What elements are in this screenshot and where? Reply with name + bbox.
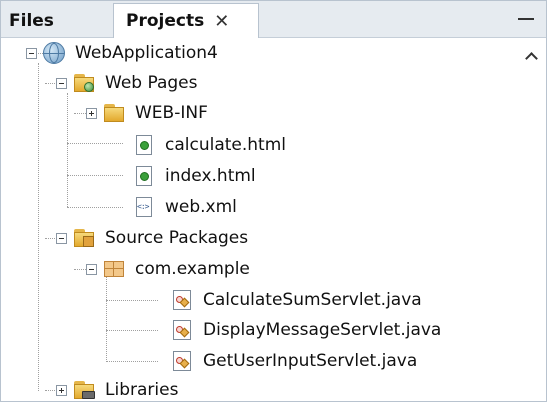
tab-projects[interactable]: Projects ✕ [113, 3, 259, 38]
tree-item-web-inf[interactable]: WEB-INF [103, 98, 208, 128]
tab-files-label: Files [9, 10, 54, 31]
libraries-folder-icon [73, 379, 95, 401]
tree-item-index-html[interactable]: index.html [133, 161, 256, 191]
web-pages-folder-icon [73, 72, 95, 94]
java-class-icon [171, 350, 193, 372]
tree-item-label: WEB-INF [135, 103, 208, 123]
tree-item-label: calculate.html [165, 135, 287, 155]
tree-item-source-packages[interactable]: Source Packages [73, 223, 248, 253]
tree-item-libraries[interactable]: Libraries [73, 375, 179, 401]
collapse-toggle-project[interactable] [26, 48, 37, 59]
tree-item-label: Libraries [105, 380, 179, 400]
java-class-icon [171, 289, 193, 311]
tree-line [67, 93, 68, 207]
tree-item-calculate-html[interactable]: calculate.html [133, 130, 286, 160]
source-packages-folder-icon [73, 227, 95, 249]
collapse-toggle-package[interactable] [86, 264, 97, 275]
project-tree: WebApplication4 Web Pages WEB-INF calcul… [1, 38, 546, 401]
minimize-icon[interactable] [518, 18, 534, 20]
tree-item-label: DisplayMessageServlet.java [203, 320, 442, 340]
tab-projects-label: Projects [126, 11, 205, 31]
chevron-up-icon[interactable] [524, 52, 538, 62]
tree-item-label: index.html [165, 166, 256, 186]
tree-line [106, 330, 158, 331]
tree-item-label: CalculateSumServlet.java [203, 290, 422, 310]
tree-item-class[interactable]: GetUserInputServlet.java [171, 346, 417, 376]
java-class-icon [171, 319, 193, 341]
java-package-icon [103, 258, 125, 280]
vertical-scrollbar[interactable] [518, 38, 545, 401]
tree-line [106, 300, 158, 301]
tree-line [38, 63, 39, 391]
xml-file-icon: <:> [133, 196, 155, 218]
tree-line [67, 207, 123, 208]
tree-item-label: Web Pages [105, 73, 198, 93]
close-icon[interactable]: ✕ [214, 11, 229, 32]
tree-item-web-pages[interactable]: Web Pages [73, 68, 197, 98]
tree-item-label: GetUserInputServlet.java [203, 351, 418, 371]
tab-files[interactable]: Files [9, 4, 54, 37]
projects-window: Files Projects ✕ WebApplication4 Web Pag… [0, 0, 547, 402]
tree-line [67, 143, 123, 144]
tree-line [106, 361, 158, 362]
tree-item-label: Source Packages [105, 228, 249, 248]
tree-line [106, 276, 107, 362]
html-file-icon [133, 165, 155, 187]
collapse-toggle-source-packages[interactable] [56, 233, 67, 244]
expand-toggle-libraries[interactable] [56, 385, 67, 396]
tree-item-class[interactable]: DisplayMessageServlet.java [171, 315, 441, 345]
tree-item-package[interactable]: com.example [103, 254, 250, 284]
tree-item-project[interactable]: WebApplication4 [43, 38, 218, 68]
tree-item-label: WebApplication4 [75, 43, 218, 63]
folder-icon [103, 102, 125, 124]
tree-item-class[interactable]: CalculateSumServlet.java [171, 285, 422, 315]
tree-line [67, 175, 123, 176]
tab-bar: Files Projects ✕ [1, 1, 546, 38]
tree-item-web-xml[interactable]: <:> web.xml [133, 192, 237, 222]
tree-item-label: web.xml [165, 197, 237, 217]
collapse-toggle-web-pages[interactable] [56, 78, 67, 89]
expand-toggle-web-inf[interactable] [86, 108, 97, 119]
tree-item-label: com.example [135, 259, 250, 279]
web-project-globe-icon [43, 42, 65, 64]
html-file-icon [133, 134, 155, 156]
